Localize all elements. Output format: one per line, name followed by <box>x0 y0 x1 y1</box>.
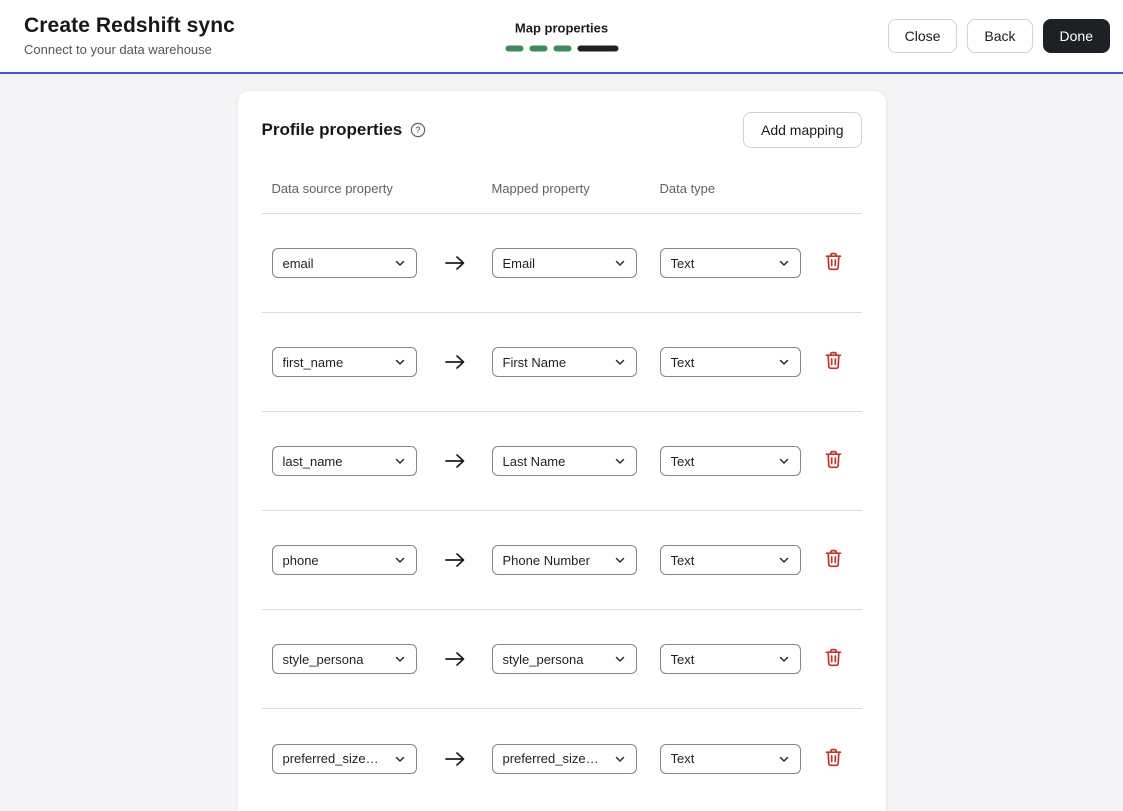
data-type-select[interactable]: Text <box>659 545 801 575</box>
chevron-down-icon <box>778 753 790 765</box>
mapping-row: last_name Last Name Text <box>261 412 862 511</box>
chevron-down-icon <box>614 753 626 765</box>
data-type-select[interactable]: Text <box>659 248 801 278</box>
chevron-down-icon <box>394 753 406 765</box>
source-property-select[interactable]: first_name <box>271 347 417 377</box>
progress-pill-done <box>529 45 547 52</box>
help-icon[interactable]: ? <box>410 122 426 138</box>
mapped-property-select[interactable]: Email <box>491 248 637 278</box>
column-header-type: Data type <box>659 181 716 196</box>
chevron-down-icon <box>778 554 790 566</box>
mapped-property-select[interactable]: Phone Number <box>491 545 637 575</box>
chevron-down-icon <box>394 455 406 467</box>
wizard-heading: Create Redshift sync Connect to your dat… <box>24 14 235 59</box>
trash-icon <box>825 549 842 571</box>
done-button[interactable]: Done <box>1042 19 1110 53</box>
arrow-right-icon <box>444 749 466 769</box>
source-property-select[interactable]: style_persona <box>271 644 417 674</box>
column-header-mapped: Mapped property <box>491 181 590 196</box>
svg-text:?: ? <box>416 125 421 135</box>
mapping-row: first_name First Name Text <box>261 313 862 412</box>
source-property-select[interactable]: preferred_size_t... <box>271 743 417 774</box>
mapping-row: style_persona style_persona Text <box>261 610 862 709</box>
current-step-label: Map properties <box>514 20 609 36</box>
source-property-select[interactable]: last_name <box>271 446 417 476</box>
chevron-down-icon <box>778 356 790 368</box>
chevron-down-icon <box>394 554 406 566</box>
mapped-property-select[interactable]: Last Name <box>491 446 637 476</box>
close-button[interactable]: Close <box>887 19 958 53</box>
progress-pill-current <box>577 45 618 52</box>
table-header-row: Data source property Mapped property Dat… <box>261 148 862 214</box>
column-header-source: Data source property <box>271 181 393 196</box>
back-button[interactable]: Back <box>967 19 1033 53</box>
chevron-down-icon <box>614 356 626 368</box>
data-type-select[interactable]: Text <box>659 446 801 476</box>
mapped-property-select[interactable]: preferred_size_t... <box>491 743 637 774</box>
card-title: Profile properties <box>261 120 403 139</box>
trash-icon <box>825 450 842 472</box>
chevron-down-icon <box>778 257 790 269</box>
wizard-progress: Map properties <box>505 21 618 52</box>
chevron-down-icon <box>614 257 626 269</box>
trash-icon <box>825 252 842 274</box>
mapping-row: phone Phone Number Text <box>261 511 862 610</box>
wizard-actions: Close Back Done <box>887 19 1110 53</box>
top-bar: Create Redshift sync Connect to your dat… <box>0 0 1123 74</box>
chevron-down-icon <box>778 653 790 665</box>
delete-mapping-button[interactable] <box>823 250 844 276</box>
delete-mapping-button[interactable] <box>823 349 844 375</box>
chevron-down-icon <box>778 455 790 467</box>
page-body: Profile properties ? Add mapping Data so… <box>0 74 1123 811</box>
trash-icon <box>825 748 842 770</box>
page-subtitle: Connect to your data warehouse <box>24 41 212 57</box>
progress-pill-done <box>553 45 571 52</box>
page-title: Create Redshift sync <box>24 13 235 37</box>
chevron-down-icon <box>614 653 626 665</box>
mapping-row: preferred_size_t... preferred_size_t... … <box>262 709 862 808</box>
card-header: Profile properties ? Add mapping <box>238 91 886 148</box>
mapping-table: Data source property Mapped property Dat… <box>261 148 862 808</box>
trash-icon <box>825 648 842 670</box>
delete-mapping-button[interactable] <box>823 547 844 573</box>
data-type-select[interactable]: Text <box>659 644 801 674</box>
mapping-row: email Email Text <box>261 214 862 313</box>
mapped-property-select[interactable]: style_persona <box>491 644 637 674</box>
chevron-down-icon <box>614 455 626 467</box>
source-property-select[interactable]: phone <box>271 545 417 575</box>
arrow-right-icon <box>444 550 466 570</box>
chevron-down-icon <box>394 356 406 368</box>
arrow-right-icon <box>444 253 466 273</box>
trash-icon <box>825 351 842 373</box>
mapped-property-select[interactable]: First Name <box>491 347 637 377</box>
profile-properties-card: Profile properties ? Add mapping Data so… <box>236 90 887 811</box>
progress-pills <box>505 45 618 52</box>
chevron-down-icon <box>394 257 406 269</box>
add-mapping-button[interactable]: Add mapping <box>742 112 862 148</box>
mapping-rows: email Email Text first_name First Name T… <box>261 214 862 808</box>
data-type-select[interactable]: Text <box>659 347 801 377</box>
delete-mapping-button[interactable] <box>823 448 844 474</box>
chevron-down-icon <box>614 554 626 566</box>
progress-pill-done <box>505 45 523 52</box>
arrow-right-icon <box>444 649 466 669</box>
delete-mapping-button[interactable] <box>823 746 844 772</box>
data-type-select[interactable]: Text <box>659 743 801 774</box>
arrow-right-icon <box>444 352 466 372</box>
delete-mapping-button[interactable] <box>823 646 844 672</box>
chevron-down-icon <box>394 653 406 665</box>
source-property-select[interactable]: email <box>271 248 417 278</box>
arrow-right-icon <box>444 451 466 471</box>
